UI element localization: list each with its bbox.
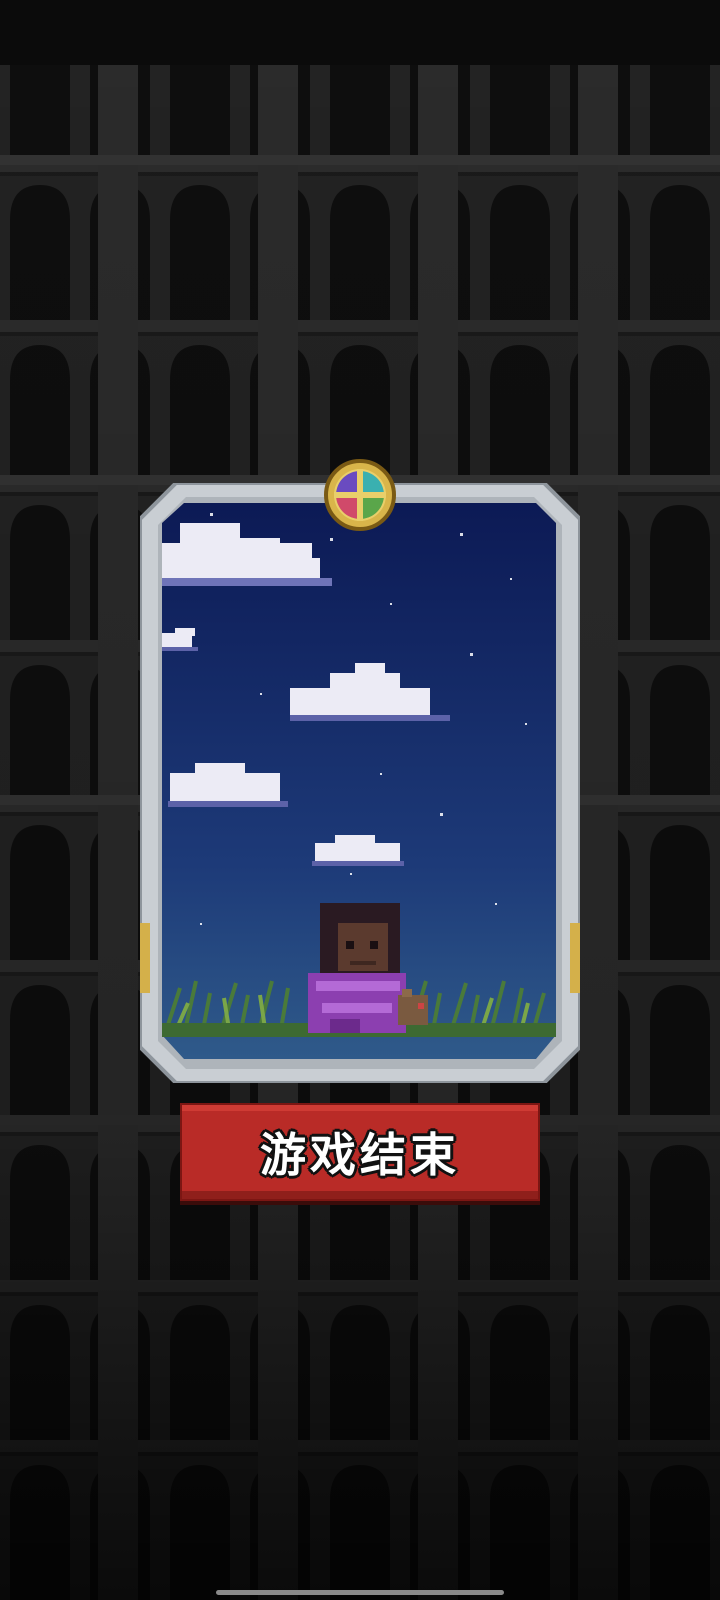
home-indicator[interactable] (216, 1590, 504, 1595)
game-over-button[interactable]: 游戏结束 (180, 1103, 540, 1201)
card-artwork (140, 483, 580, 1083)
pixel-character (308, 903, 406, 1033)
game-screen: 游戏结束 (0, 0, 720, 1600)
character-card (140, 483, 580, 1083)
gem-icon (324, 459, 396, 531)
game-over-label: 游戏结束 (260, 1128, 460, 1182)
